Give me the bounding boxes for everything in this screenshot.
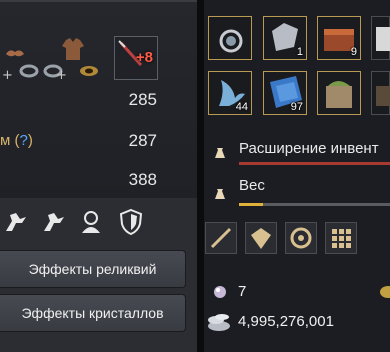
equipment-area: + + +8 285 м (?) 287 388 [0,0,197,198]
weight-label: Вес [239,177,265,194]
sword-icon [210,227,232,249]
inventory-slot[interactable] [371,71,390,115]
pose-icon-2[interactable] [38,207,68,237]
stat-label-2: м (?) [0,132,33,149]
stat-value-3: 388 [128,170,157,189]
silver-amount: 4,995,276,001 [238,313,334,330]
stat-value-2: 287 [128,131,157,150]
tab-grid[interactable] [325,222,357,254]
grid-icon [332,229,351,248]
ring-icon[interactable] [16,58,42,84]
panel-top-border [0,0,197,2]
character-panel: + + +8 285 м (?) 287 388 Эффекты реликви… [0,0,197,352]
inventory-slot[interactable] [371,16,390,60]
slot-count: 97 [290,101,303,113]
pose-icon-1[interactable] [0,207,30,237]
silver-icon [208,314,230,331]
inventory-slot[interactable]: 44 [208,71,252,115]
box-icon [376,27,390,51]
inventory-slot[interactable]: 1 [263,16,307,60]
crate-icon [326,81,352,108]
pearl-row: 7 [204,276,390,310]
slot-count: 1 [296,46,303,58]
inventory-slot[interactable] [317,71,361,115]
stat-label-2-text: м ( [0,132,20,149]
shield-icon[interactable] [116,207,146,237]
inventory-expansion-label[interactable]: Расширение инвент [239,140,379,157]
expansion-bar [239,162,390,165]
belt-icon[interactable] [76,58,102,84]
coin-icon [380,286,390,298]
necklace-icon [219,29,243,53]
weight-bar [239,203,390,206]
tab-accessories[interactable] [285,222,317,254]
tab-weapons[interactable] [205,222,237,254]
weight-icon [215,189,225,199]
gear-icon [290,227,312,249]
enhanced-item-slot[interactable]: +8 [114,36,158,80]
crystal-effects-button[interactable]: Эффекты кристаллов [0,294,186,332]
inventory-slot[interactable]: 9 [317,16,361,60]
panel-divider [197,0,204,352]
help-icon[interactable]: ? [19,132,27,149]
inventory-slot[interactable] [208,16,252,60]
slot-count: 9 [350,46,357,58]
stat-value-1: 285 [128,90,157,109]
plus-mark: + [2,68,13,83]
slot-count: 44 [235,101,248,113]
diamond-icon [251,228,271,249]
tab-crystals[interactable] [245,222,277,254]
bag-icon [215,148,225,158]
pearl-count: 7 [238,283,247,300]
pearl-icon [214,286,226,298]
weight-bar-fill [239,203,264,206]
relic-effects-button[interactable]: Эффекты реликвий [0,250,186,288]
stat-label-2-close: ) [27,132,33,149]
inventory-slot[interactable]: 97 [263,71,307,115]
silver-row: 4,995,276,001 [204,306,390,340]
wood-icon [376,86,390,106]
character-icon[interactable] [76,207,106,237]
enhancement-level: +8 [135,49,153,66]
plus-mark-2: + [56,68,67,83]
